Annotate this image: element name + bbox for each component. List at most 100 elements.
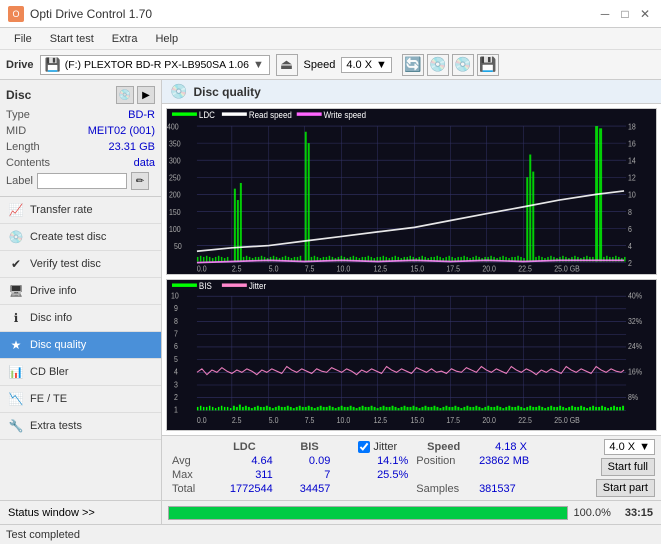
disc-button[interactable]: 💿 xyxy=(452,54,474,76)
sidebar-item-drive-info[interactable]: 🖥 Drive info xyxy=(0,278,161,305)
avg-row-label: Avg xyxy=(168,454,208,468)
sidebar-item-label: Extra tests xyxy=(30,420,82,432)
menu-file[interactable]: File xyxy=(6,31,40,47)
type-label: Type xyxy=(6,109,30,121)
speed-dropdown-area: 4.0 X ▼ xyxy=(604,439,655,455)
contents-label: Contents xyxy=(6,157,50,169)
svg-text:300: 300 xyxy=(169,156,181,166)
disc-icon-2[interactable]: ▶ xyxy=(137,86,155,104)
svg-text:Read speed: Read speed xyxy=(249,110,292,121)
disc-length-row: Length 23.31 GB xyxy=(6,140,155,154)
avg-bis: 0.09 xyxy=(281,454,339,468)
close-button[interactable]: ✕ xyxy=(637,6,653,22)
sidebar-item-label: Transfer rate xyxy=(30,204,93,216)
burn-button[interactable]: 💿 xyxy=(427,54,449,76)
speed-dropdown-value: 4.0 X xyxy=(609,441,635,453)
maximize-button[interactable]: □ xyxy=(617,6,633,22)
svg-text:16: 16 xyxy=(628,139,636,149)
svg-text:7.5: 7.5 xyxy=(305,264,315,274)
refresh-button[interactable]: 🔄 xyxy=(402,54,424,76)
sidebar-item-verify-test-disc[interactable]: ✔ Verify test disc xyxy=(0,251,161,278)
sidebar-item-label: Drive info xyxy=(30,285,76,297)
start-full-button[interactable]: Start full xyxy=(601,458,655,476)
sidebar-item-label: FE / TE xyxy=(30,393,67,405)
sidebar-item-disc-quality[interactable]: ★ Disc quality xyxy=(0,332,161,359)
svg-text:2: 2 xyxy=(628,259,632,269)
total-bis: 34457 xyxy=(281,482,339,496)
svg-text:4: 4 xyxy=(174,367,178,377)
label-input[interactable] xyxy=(37,173,127,189)
svg-text:BIS: BIS xyxy=(199,281,212,292)
sidebar-item-disc-info[interactable]: ℹ Disc info xyxy=(0,305,161,332)
svg-text:10.0: 10.0 xyxy=(337,264,351,274)
disc-label-row: Label ✏ xyxy=(6,172,155,190)
svg-text:0.0: 0.0 xyxy=(197,264,207,274)
progress-bar-outer xyxy=(168,506,568,520)
svg-text:100: 100 xyxy=(169,224,181,234)
sidebar-item-transfer-rate[interactable]: 📈 Transfer rate xyxy=(0,197,161,224)
save-button[interactable]: 💾 xyxy=(477,54,499,76)
position-label: Position xyxy=(412,454,475,468)
svg-text:15.0: 15.0 xyxy=(411,416,425,426)
svg-text:50: 50 xyxy=(174,242,182,252)
status-window-button[interactable]: Status window >> xyxy=(0,501,162,524)
drive-dropdown-arrow: ▼ xyxy=(253,59,264,71)
svg-text:3: 3 xyxy=(174,380,178,390)
minimize-button[interactable]: ─ xyxy=(597,6,613,22)
svg-text:1: 1 xyxy=(174,405,178,415)
titlebar-left: O Opti Drive Control 1.70 xyxy=(8,6,152,22)
speed-dropdown[interactable]: 4.0 X ▼ xyxy=(604,439,655,455)
speed-select[interactable]: 4.0 X ▼ xyxy=(341,57,392,73)
svg-text:350: 350 xyxy=(169,139,181,149)
status-bar: Test completed xyxy=(0,524,661,544)
sidebar-item-label: Verify test disc xyxy=(30,258,101,270)
window-controls: ─ □ ✕ xyxy=(597,6,653,22)
svg-text:20.0: 20.0 xyxy=(482,264,496,274)
sidebar-item-label: Disc info xyxy=(30,312,72,324)
samples-label: Samples xyxy=(412,482,475,496)
max-row-label: Max xyxy=(168,468,208,482)
sidebar-item-cd-bler[interactable]: 📊 CD Bler xyxy=(0,359,161,386)
menu-extra[interactable]: Extra xyxy=(104,31,146,47)
drive-toolbar: Drive 💾 (F:) PLEXTOR BD-R PX-LB950SA 1.0… xyxy=(0,50,661,80)
max-bis: 7 xyxy=(281,468,339,482)
main-area: Disc 💿 ▶ Type BD-R MID MEIT02 (001) Leng… xyxy=(0,80,661,500)
svg-text:14: 14 xyxy=(628,156,636,166)
disc-section-title: Disc xyxy=(6,88,31,102)
speed-value: 4.0 X xyxy=(346,59,372,71)
sidebar-item-fe-te[interactable]: 📉 FE / TE xyxy=(0,386,161,413)
verify-test-disc-icon: ✔ xyxy=(8,256,24,272)
disc-quality-icon: ★ xyxy=(8,337,24,353)
label-edit-button[interactable]: ✏ xyxy=(131,172,149,190)
svg-text:32%: 32% xyxy=(628,316,642,326)
svg-text:15.0: 15.0 xyxy=(411,264,425,274)
disc-contents-row: Contents data xyxy=(6,156,155,170)
menubar: File Start test Extra Help xyxy=(0,28,661,50)
speed-value-header: 4.18 X xyxy=(475,440,547,454)
speed-dropdown-arrow-icon: ▼ xyxy=(639,441,650,453)
jitter-checkbox[interactable] xyxy=(358,441,370,453)
sidebar-item-label: CD Bler xyxy=(30,366,69,378)
drive-select[interactable]: 💾 (F:) PLEXTOR BD-R PX-LB950SA 1.06 ▼ xyxy=(40,55,270,75)
eject-button[interactable]: ⏏ xyxy=(276,54,298,76)
svg-text:18: 18 xyxy=(628,122,636,132)
disc-header: Disc 💿 ▶ xyxy=(6,86,155,104)
right-buttons: 4.0 X ▼ Start full Start part xyxy=(555,439,655,497)
speed-label-header: Speed xyxy=(412,440,475,454)
svg-text:5.0: 5.0 xyxy=(269,264,279,274)
svg-text:10: 10 xyxy=(628,190,636,200)
jitter-checkbox-area: Jitter xyxy=(358,441,408,453)
cd-bler-icon: 📊 xyxy=(8,364,24,380)
start-part-button[interactable]: Start part xyxy=(596,479,655,497)
svg-text:10: 10 xyxy=(171,291,179,301)
mid-label: MID xyxy=(6,125,26,137)
menu-start-test[interactable]: Start test xyxy=(42,31,102,47)
sidebar-item-create-test-disc[interactable]: 💿 Create test disc xyxy=(0,224,161,251)
menu-help[interactable]: Help xyxy=(147,31,186,47)
stats-table: LDC BIS Jitter Speed 4.18 X xyxy=(168,440,547,496)
svg-text:200: 200 xyxy=(169,190,181,200)
transfer-rate-icon: 📈 xyxy=(8,202,24,218)
sidebar-item-extra-tests[interactable]: 🔧 Extra tests xyxy=(0,413,161,440)
svg-text:Write speed: Write speed xyxy=(324,110,367,121)
disc-icon-1[interactable]: 💿 xyxy=(116,86,134,104)
